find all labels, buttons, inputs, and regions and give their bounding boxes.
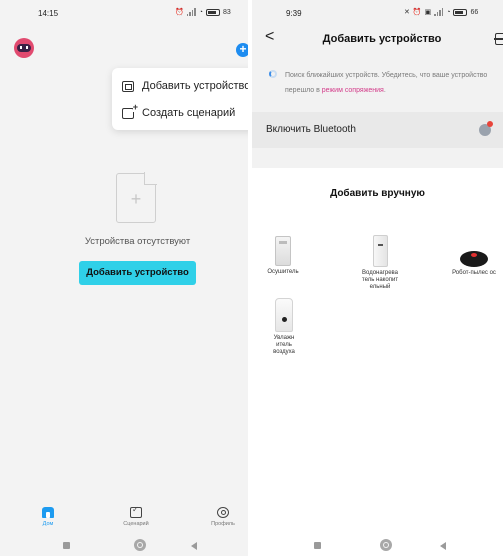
humidifier-icon: [275, 298, 293, 332]
message-icon: ▣: [424, 9, 432, 16]
menu-item-add-device[interactable]: Добавить устройство: [122, 76, 248, 96]
create-scene-icon: [122, 102, 138, 119]
search-hint: Поиск ближайших устройств. Убедитесь, чт…: [285, 68, 503, 98]
mute-icon: ✕: [404, 9, 410, 16]
system-nav-bar: [252, 534, 503, 556]
tab-label: Профиль: [211, 521, 235, 527]
menu-item-label: Создать сценарий: [142, 107, 236, 119]
device-water-heater[interactable]: Водонагрева тель накопит ельный: [351, 235, 409, 291]
signal-icon: [434, 8, 444, 16]
manual-add-title: Добавить вручную: [330, 188, 425, 199]
alarm-icon: ⏰: [175, 9, 184, 16]
search-hint-suffix: .: [383, 87, 386, 94]
tab-scenario[interactable]: Сценарий: [111, 505, 161, 527]
status-bar: 9:39 ✕ ⏰ ▣ ◔ 66: [252, 0, 503, 24]
manual-add-panel: Добавить вручную Осушитель Водонагрева т…: [252, 168, 503, 556]
back-arrow-icon[interactable]: <: [265, 29, 274, 45]
water-heater-icon: [372, 235, 388, 267]
home-screen: 14:15 ⏰ ◔ 83 + Добавить устройство Созда…: [0, 0, 248, 556]
back-nav-icon[interactable]: [191, 542, 197, 550]
alarm-icon: ⏰: [412, 9, 422, 16]
home-nav-icon[interactable]: [134, 539, 146, 551]
status-icons: ✕ ⏰ ▣ ◔ 66: [404, 8, 478, 16]
pairing-mode-link[interactable]: режим сопряжения: [322, 87, 384, 94]
status-bar: 14:15 ⏰ ◔ 83: [0, 0, 248, 24]
add-device-icon: [122, 80, 134, 92]
home-nav-icon[interactable]: [380, 539, 392, 551]
recent-apps-icon[interactable]: [63, 542, 70, 549]
device-name: Робот-пылес ос: [452, 270, 496, 276]
recent-apps-icon[interactable]: [314, 542, 321, 549]
empty-state-message: Устройства отсутствуют: [84, 236, 191, 247]
bottom-tab-bar: Дом Сценарий Профиль: [0, 504, 248, 534]
tab-profile[interactable]: Профиль: [198, 507, 248, 527]
device-name: Увлажн итель воздуха: [273, 335, 295, 355]
search-hint-text: Поиск ближайших устройств. Убедитесь, чт…: [285, 72, 488, 94]
bluetooth-label: Включить Bluetooth: [266, 124, 356, 135]
scan-icon[interactable]: [494, 33, 503, 45]
battery-level: 83: [222, 8, 231, 16]
dehumidifier-icon: [275, 236, 291, 266]
home-icon: [42, 507, 54, 518]
nearby-search-notice: Поиск ближайших устройств. Убедитесь, чт…: [269, 68, 498, 98]
scenario-icon: [130, 505, 142, 518]
loading-spinner-icon: [269, 70, 277, 78]
system-nav-bar: [0, 534, 248, 556]
battery-level: 66: [470, 8, 479, 16]
add-device-screen: 9:39 ✕ ⏰ ▣ ◔ 66 < Добавить устройство По…: [252, 0, 503, 556]
add-device-button[interactable]: Добавить устройство: [79, 261, 196, 285]
menu-item-create-scene[interactable]: Создать сценарий: [122, 102, 236, 123]
battery-icon: [205, 8, 220, 16]
robot-vacuum-icon: [460, 251, 488, 267]
status-time: 14:15: [38, 9, 59, 18]
tab-home[interactable]: Дом: [23, 507, 73, 527]
enable-bluetooth-row[interactable]: Включить Bluetooth: [252, 112, 503, 148]
status-time: 9:39: [286, 9, 302, 18]
add-menu-popup: Добавить устройство Создать сценарий: [112, 68, 248, 130]
bluetooth-alert-icon: [479, 121, 493, 136]
wifi-icon: ◔: [198, 8, 203, 16]
tab-label: Сценарий: [123, 521, 149, 527]
battery-icon: [453, 8, 468, 16]
device-name: Водонагрева тель накопит ельный: [361, 270, 399, 290]
menu-item-label: Добавить устройство: [142, 80, 248, 92]
device-dehumidifier[interactable]: Осушитель: [254, 236, 312, 276]
app-logo-icon[interactable]: [14, 38, 34, 58]
status-icons: ⏰ ◔ 83: [175, 8, 231, 16]
device-robot-vacuum[interactable]: Робот-пылес ос: [445, 251, 503, 277]
empty-document-icon: +: [116, 172, 157, 223]
profile-icon: [217, 507, 229, 518]
wifi-icon: ◔: [446, 8, 451, 16]
tab-label: Дом: [42, 521, 54, 527]
device-name: Осушитель: [267, 269, 299, 275]
back-nav-icon[interactable]: [440, 542, 446, 550]
device-humidifier[interactable]: Увлажн итель воздуха: [273, 298, 295, 356]
page-title: Добавить устройство: [322, 33, 442, 45]
add-menu-button[interactable]: +: [236, 43, 248, 57]
signal-icon: [186, 8, 196, 16]
